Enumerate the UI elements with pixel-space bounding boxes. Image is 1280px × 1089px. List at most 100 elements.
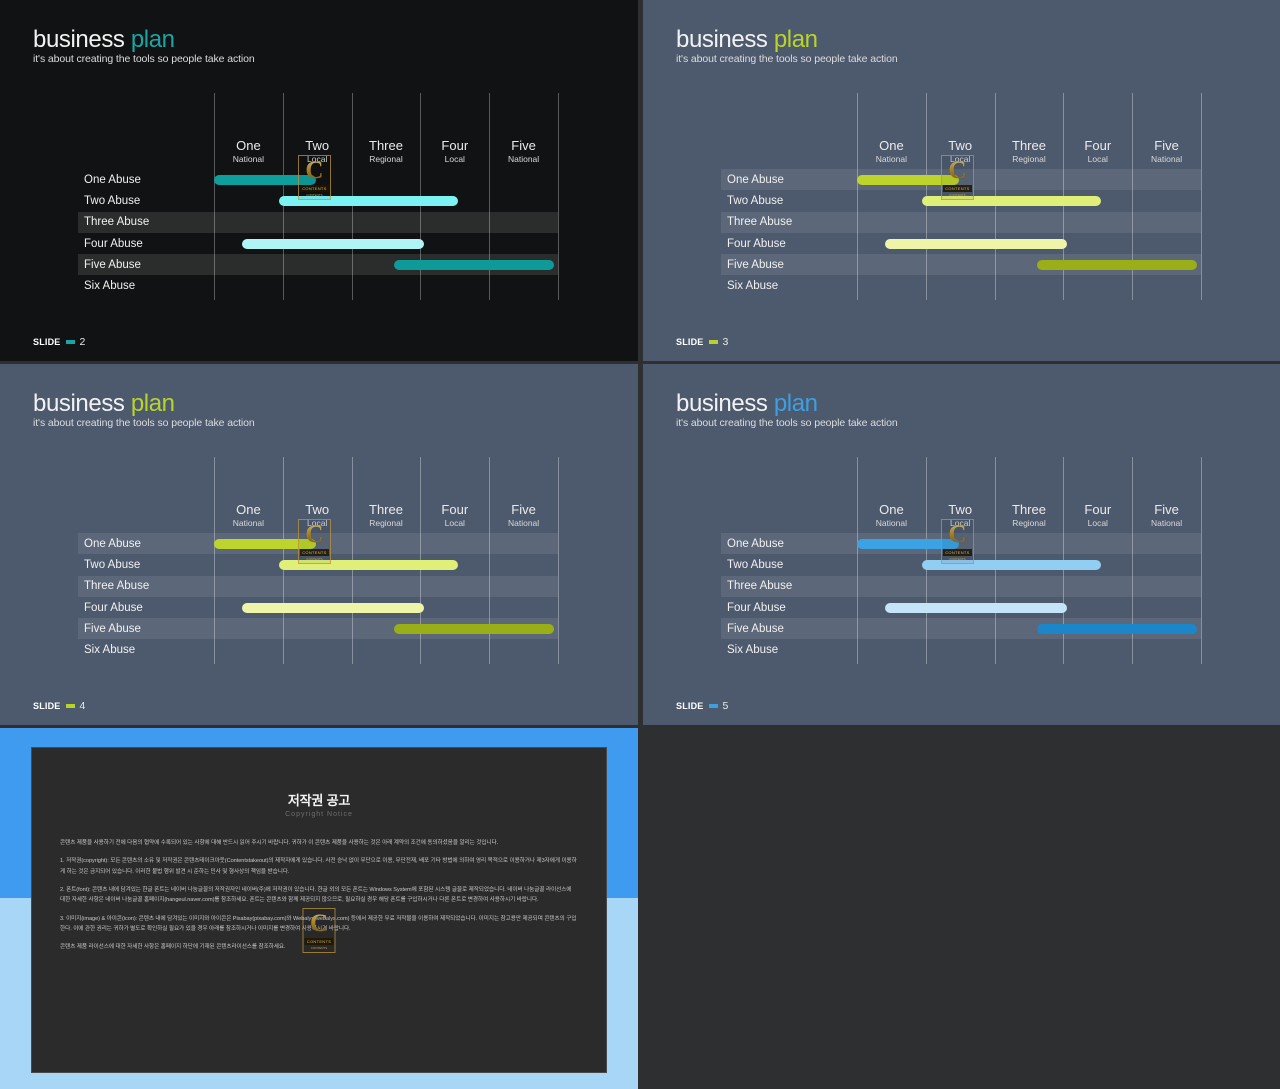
column-header-title: Four bbox=[1084, 502, 1112, 517]
slide-panel-4[interactable]: business plan it's about creating the to… bbox=[0, 364, 638, 725]
chart-row[interactable]: Five Abuse bbox=[721, 254, 1201, 276]
chart-row[interactable]: Six Abuse bbox=[78, 275, 558, 296]
column-header-sub: National bbox=[232, 518, 264, 529]
logo-sub-text: CONTENTS bbox=[306, 193, 323, 197]
chart-row[interactable]: Five Abuse bbox=[78, 254, 558, 276]
slide-panel-2[interactable]: business plan it's about creating the to… bbox=[0, 0, 638, 361]
copyright-paragraph: 콘텐츠 제품을 사용하기 전에 다음의 협약에 수록되어 있는 사항에 대해 반… bbox=[60, 840, 499, 846]
row-label: Five Abuse bbox=[727, 258, 784, 271]
chart-row[interactable]: Three Abuse bbox=[721, 211, 1201, 233]
column-header-title: One bbox=[236, 138, 261, 153]
chart-row[interactable]: Six Abuse bbox=[721, 639, 1201, 660]
copyright-title-kr: 저작권 공고 bbox=[287, 793, 351, 808]
column-header-sub: National bbox=[1150, 154, 1183, 165]
column-header-title: Four bbox=[441, 138, 469, 153]
chart-row[interactable]: Five Abuse bbox=[78, 618, 558, 640]
gantt-bar[interactable] bbox=[885, 238, 1067, 249]
chart-row[interactable]: Three Abuse bbox=[78, 575, 558, 597]
chart-row[interactable]: Six Abuse bbox=[78, 639, 558, 660]
contents-watermark-logo: C CONTENTS CONTENTS bbox=[940, 155, 974, 200]
contents-watermark-logo: C CONTENTS CONTENTS bbox=[297, 519, 331, 564]
column-header-one: One National bbox=[214, 502, 283, 529]
slide-panel-5[interactable]: business plan it's about creating the to… bbox=[643, 364, 1280, 725]
column-header-title: Three bbox=[1012, 138, 1046, 153]
column-header-title: Three bbox=[369, 138, 403, 153]
column-header-sub: Local bbox=[1087, 518, 1108, 529]
row-label: Six Abuse bbox=[84, 644, 136, 657]
gantt-bar[interactable] bbox=[242, 238, 424, 249]
chart-row[interactable]: Four Abuse bbox=[721, 597, 1201, 618]
gantt-bar[interactable] bbox=[885, 602, 1067, 613]
column-divider bbox=[558, 93, 559, 300]
row-background bbox=[721, 275, 1201, 296]
logo-sub-text: CONTENTS bbox=[306, 557, 323, 561]
title-main: business bbox=[33, 390, 125, 417]
column-header-four: Four Local bbox=[1063, 502, 1132, 529]
chart-row[interactable]: Four Abuse bbox=[721, 233, 1201, 254]
page-subtitle: it's about creating the tools so people … bbox=[676, 53, 898, 66]
row-label: Five Abuse bbox=[727, 622, 784, 635]
gantt-chart: OneNationalTwoLocalThreeRegionalFourLoca… bbox=[721, 93, 1202, 300]
column-header-five: Five National bbox=[1132, 138, 1201, 165]
logo-sub-text: CONTENTS bbox=[949, 193, 966, 197]
page-title: business plan bbox=[676, 391, 898, 416]
column-header-title: Five bbox=[511, 502, 536, 517]
gantt-bar[interactable] bbox=[1036, 623, 1197, 634]
column-header-title: Three bbox=[369, 502, 403, 517]
column-header-title: Two bbox=[305, 138, 330, 153]
slide-label: SLIDE bbox=[33, 337, 61, 347]
slide-footer: SLIDE 2 bbox=[33, 336, 85, 348]
page-title: business plan bbox=[676, 27, 898, 52]
column-header-title: One bbox=[879, 138, 904, 153]
page-subtitle: it's about creating the tools so people … bbox=[676, 417, 898, 430]
slide-number: 5 bbox=[722, 700, 729, 712]
column-header-title: One bbox=[879, 502, 904, 517]
row-label: Three Abuse bbox=[84, 580, 150, 593]
row-background bbox=[78, 639, 558, 660]
chart-row[interactable]: Three Abuse bbox=[78, 211, 558, 233]
chart-row[interactable]: Four Abuse bbox=[78, 233, 558, 254]
title-main: business bbox=[33, 26, 125, 53]
slide-header: business plan it's about creating the to… bbox=[33, 27, 255, 65]
column-header-title: Five bbox=[1154, 502, 1179, 517]
gantt-bar[interactable] bbox=[393, 259, 554, 270]
slide-footer: SLIDE 5 bbox=[676, 700, 728, 712]
logo-bar-text: CONTENTS bbox=[300, 549, 329, 556]
row-label: One Abuse bbox=[727, 173, 784, 186]
slide-dash bbox=[65, 704, 75, 708]
slide-header: business plan it's about creating the to… bbox=[676, 391, 898, 429]
row-label: Two Abuse bbox=[727, 194, 784, 207]
slide-panel-3[interactable]: business plan it's about creating the to… bbox=[643, 0, 1280, 361]
copyright-paragraph: 1. 저작권(copyright): 모든 콘텐츠의 소유 및 저작권은 콘텐츠… bbox=[60, 858, 577, 875]
row-label: Four Abuse bbox=[84, 601, 143, 614]
logo-c-glyph: C bbox=[305, 521, 324, 548]
column-header-title: One bbox=[236, 502, 261, 517]
row-label: Two Abuse bbox=[84, 558, 141, 571]
chart-row[interactable]: Five Abuse bbox=[721, 618, 1201, 640]
column-header-one: One National bbox=[857, 502, 926, 528]
gantt-bar[interactable] bbox=[393, 623, 554, 634]
column-header-one: One National bbox=[214, 138, 283, 164]
copyright-card: 저작권 공고 Copyright Notice 콘텐츠 제품을 사용하기 전에 … bbox=[31, 747, 607, 1073]
column-header-title: Four bbox=[441, 502, 469, 517]
gantt-bar[interactable] bbox=[1036, 259, 1197, 270]
row-label: Three Abuse bbox=[727, 580, 793, 593]
slide-panel-copyright[interactable]: 저작권 공고 Copyright Notice 콘텐츠 제품을 사용하기 전에 … bbox=[0, 728, 638, 1089]
column-header-three: Three Regional bbox=[995, 138, 1064, 164]
logo-sub-text: CONTENTS bbox=[310, 946, 328, 950]
row-label: Four Abuse bbox=[84, 237, 143, 250]
chart-row[interactable]: Three Abuse bbox=[721, 575, 1201, 597]
chart-row[interactable]: Six Abuse bbox=[721, 275, 1201, 296]
row-label: Six Abuse bbox=[84, 280, 136, 293]
chart-row[interactable]: Four Abuse bbox=[78, 597, 558, 618]
gantt-bar[interactable] bbox=[242, 602, 424, 613]
column-header-three: Three Regional bbox=[352, 138, 421, 164]
slide-number: 2 bbox=[79, 336, 86, 348]
row-background bbox=[78, 275, 558, 296]
column-header-sub: National bbox=[507, 518, 540, 529]
row-label: Five Abuse bbox=[84, 258, 141, 271]
column-header-title: Four bbox=[1084, 138, 1112, 153]
logo-bar-text: CONTENTS bbox=[943, 549, 972, 556]
row-label: Four Abuse bbox=[727, 237, 786, 250]
title-accent: plan bbox=[130, 390, 175, 417]
